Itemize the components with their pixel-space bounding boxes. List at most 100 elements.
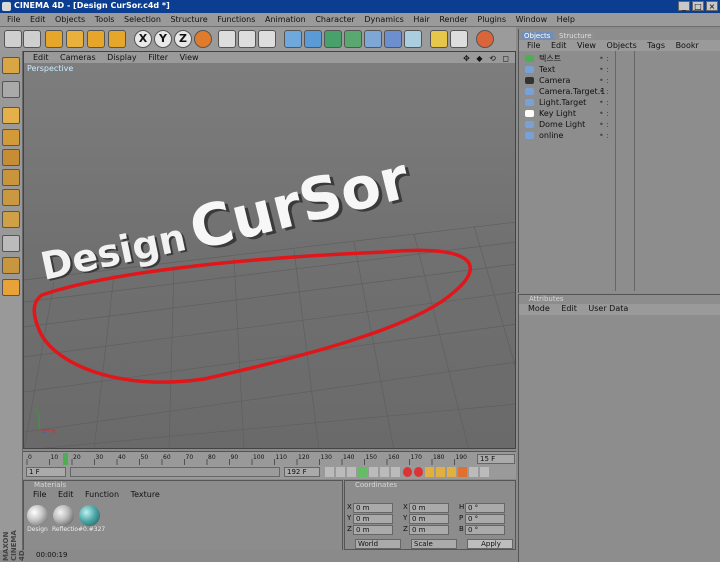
materials-menu-edit[interactable]: Edit [58,490,74,500]
timeline-ruler[interactable]: 0 10 20 30 40 50 60 70 80 90 100 110 120 130 140 150 160… [23,451,516,467]
point-mode-icon[interactable] [2,107,20,124]
menu-animation[interactable]: Animation [265,13,306,26]
goto-start-icon[interactable] [325,467,334,477]
maximize-button[interactable]: □ [692,1,704,11]
menu-dynamics[interactable]: Dynamics [364,13,403,26]
object-row[interactable]: Light.Target • : [523,97,719,108]
menu-selection[interactable]: Selection [124,13,161,26]
visibility-toggle-icon[interactable]: • : [599,130,609,141]
camera-create-icon[interactable] [384,30,402,48]
key-param-icon[interactable] [458,467,467,477]
render-picture-viewer-icon[interactable] [238,30,256,48]
material-swatch[interactable]: Design [26,505,49,533]
model-mode-icon[interactable] [2,57,20,74]
animation-mode-icon[interactable] [2,211,20,228]
key-rotation-icon[interactable] [447,467,456,477]
menu-file[interactable]: File [7,13,20,26]
coord-value-field[interactable]: 0 m [409,525,449,535]
viewport-menu-view[interactable]: View [180,52,199,63]
visibility-toggle-icon[interactable]: • : [599,86,609,97]
light-create-icon[interactable] [404,30,422,48]
visibility-toggle-icon[interactable]: • : [599,64,609,75]
texture-mode-icon[interactable] [2,169,20,186]
end-frame-field[interactable]: 192 F [284,467,320,477]
coord-value-field[interactable]: 0 m [353,503,393,513]
menu-character[interactable]: Character [315,13,355,26]
play-icon[interactable] [358,467,367,477]
object-mode-icon[interactable] [2,81,20,98]
y-axis-lock-icon[interactable]: Y [154,30,172,48]
live-select-icon[interactable] [45,30,63,48]
objects-menu-tags[interactable]: Tags [647,40,665,51]
menu-plugins[interactable]: Plugins [477,13,506,26]
material-swatch[interactable]: #0.#327 [78,505,105,533]
materials-menu-file[interactable]: File [33,490,46,500]
viewport-menu-cameras[interactable]: Cameras [60,52,96,63]
scale-dropdown[interactable]: Scale [411,539,457,549]
material-swatch[interactable]: Reflectio [52,505,78,533]
render-settings-icon[interactable] [258,30,276,48]
tab-objects[interactable]: Objects [521,32,554,40]
objects-menu-file[interactable]: File [527,40,540,51]
coord-value-field[interactable]: 0 ° [465,514,505,524]
attributes-menu-mode[interactable]: Mode [528,304,550,314]
rotate-icon[interactable] [108,30,126,48]
menu-edit[interactable]: Edit [30,13,46,26]
apply-button[interactable]: Apply [467,539,513,549]
objects-menu-objects[interactable]: Objects [607,40,637,51]
object-row[interactable]: Camera.Target.1 • : [523,86,719,97]
menu-structure[interactable]: Structure [170,13,207,26]
menu-functions[interactable]: Functions [217,13,255,26]
visibility-toggle-icon[interactable]: • : [599,75,609,86]
checker-icon[interactable] [2,235,20,252]
coordinate-system-icon[interactable] [194,30,212,48]
object-row[interactable]: Key Light • : [523,108,719,119]
world-dropdown[interactable]: World [355,539,401,549]
calendar-icon[interactable] [450,30,468,48]
menu-tools[interactable]: Tools [95,13,115,26]
deformer-icon[interactable] [344,30,362,48]
menu-hair[interactable]: Hair [413,13,429,26]
viewport-menu-display[interactable]: Display [107,52,137,63]
visibility-toggle-icon[interactable]: • : [599,53,609,64]
edge-mode-icon[interactable] [2,129,20,146]
objects-menu-edit[interactable]: Edit [551,40,567,51]
viewport-navigation-icons[interactable]: ✥ ◆ ⟲ ◻ [463,53,511,64]
key-pla-icon[interactable] [469,467,478,477]
render-view-icon[interactable] [218,30,236,48]
goto-end-icon[interactable] [380,467,389,477]
frame-range-slider[interactable] [70,467,280,477]
visibility-toggle-icon[interactable]: • : [599,108,609,119]
viewport-menu-edit[interactable]: Edit [33,52,49,63]
polygon-mode-icon[interactable] [2,149,20,166]
next-key-icon[interactable] [369,467,378,477]
object-row[interactable]: online • : [523,130,719,141]
visibility-toggle-icon[interactable]: • : [599,97,609,108]
minimize-button[interactable]: _ [678,1,690,11]
loop-icon[interactable] [391,467,400,477]
key-position-icon[interactable] [425,467,434,477]
object-row[interactable]: Text • : [523,64,719,75]
object-row[interactable]: Camera • : [523,75,719,86]
snap-icon[interactable] [2,257,20,274]
timeline-icon[interactable] [480,467,489,477]
objects-menu-view[interactable]: View [577,40,596,51]
workplane-icon[interactable] [2,279,20,296]
z-axis-lock-icon[interactable]: Z [174,30,192,48]
attributes-menu-edit[interactable]: Edit [561,304,577,314]
coord-value-field[interactable]: 0 m [409,503,449,513]
cube-icon[interactable] [284,30,302,48]
help-icon[interactable] [430,30,448,48]
menu-render[interactable]: Render [439,13,467,26]
object-row[interactable]: Dome Light • : [523,119,719,130]
coord-value-field[interactable]: 0 m [353,514,393,524]
autokey-icon[interactable] [414,467,423,477]
attributes-menu-user-data[interactable]: User Data [588,304,628,314]
coord-value-field[interactable]: 0 m [409,514,449,524]
undo-icon[interactable] [4,30,22,48]
key-scale-icon[interactable] [436,467,445,477]
prev-key-icon[interactable] [336,467,345,477]
materials-menu-function[interactable]: Function [85,490,119,500]
nurbs-icon[interactable] [304,30,322,48]
array-icon[interactable] [324,30,342,48]
